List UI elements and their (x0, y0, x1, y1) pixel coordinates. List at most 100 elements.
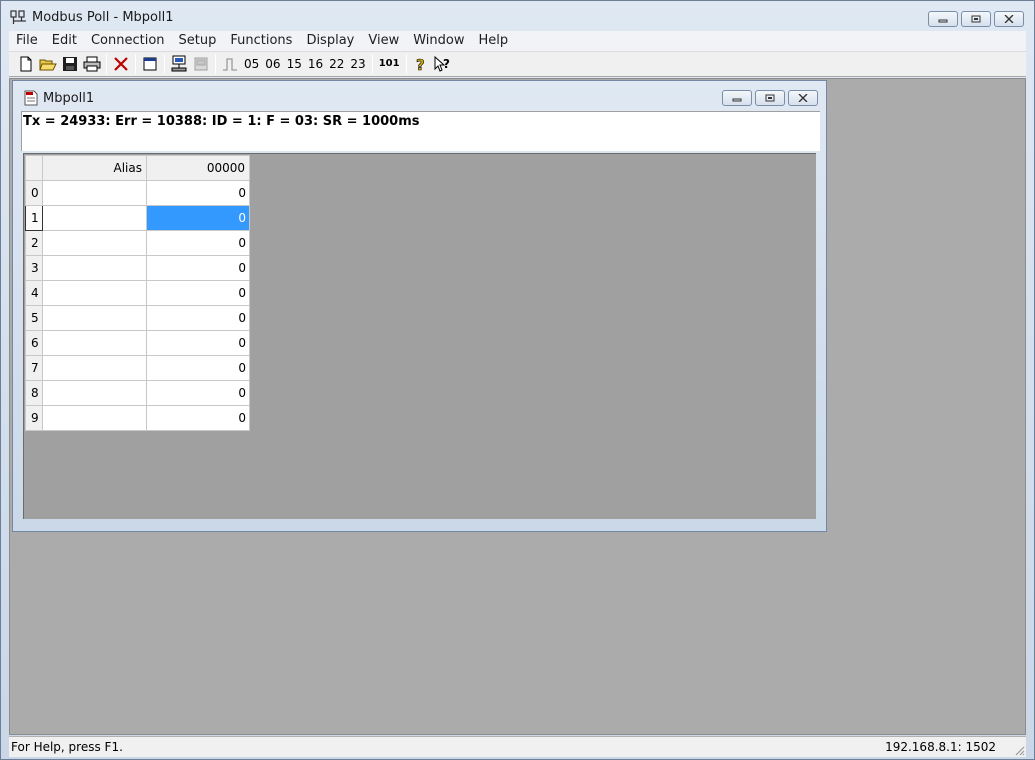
menu-file[interactable]: File (9, 31, 45, 51)
svg-text:?: ? (443, 57, 450, 71)
value-cell[interactable]: 0 (146, 230, 250, 256)
alias-cell[interactable] (42, 280, 147, 306)
menu-functions[interactable]: Functions (223, 31, 299, 51)
child-minimize-button[interactable] (722, 90, 752, 106)
modbus-app-icon (10, 10, 28, 26)
menu-connection[interactable]: Connection (84, 31, 172, 51)
register-grid-area: Alias 00000 0 0 1 0 2 0 3 0 4 0 5 0 6 0 … (23, 153, 816, 519)
table-row: 6 0 (25, 330, 250, 356)
title-bar[interactable]: Modbus Poll - Mbpoll1 (1, 1, 1034, 31)
window-button[interactable] (139, 53, 161, 75)
menu-edit[interactable]: Edit (45, 31, 84, 51)
connect-button[interactable] (168, 53, 190, 75)
alias-cell[interactable] (42, 330, 147, 356)
row-header[interactable]: 1 (25, 205, 43, 231)
value-cell[interactable]: 0 (146, 355, 250, 381)
alias-cell[interactable] (42, 255, 147, 281)
value-cell[interactable]: 0 (146, 180, 250, 206)
table-row: 4 0 (25, 280, 250, 306)
alias-cell[interactable] (42, 305, 147, 331)
row-header[interactable]: 9 (25, 405, 43, 431)
connection-address: 192.168.8.1: 1502 (885, 740, 996, 754)
button-101[interactable]: 101 (376, 53, 403, 75)
toolbar-separator (106, 54, 107, 74)
menu-help[interactable]: Help (471, 31, 515, 51)
alias-cell[interactable] (42, 380, 147, 406)
table-row: 7 0 (25, 355, 250, 381)
new-button[interactable] (15, 53, 37, 75)
close-icon (1004, 15, 1014, 23)
alias-cell[interactable] (42, 230, 147, 256)
child-close-button[interactable] (788, 90, 818, 106)
alias-cell[interactable] (42, 355, 147, 381)
column-header-value[interactable]: 00000 (146, 155, 250, 181)
row-header[interactable]: 7 (25, 355, 43, 381)
fc23-button[interactable]: 23 (347, 53, 368, 75)
disconnect-button[interactable] (190, 53, 212, 75)
child-title-bar[interactable]: Mbpoll1 (13, 81, 826, 109)
table-row: 5 0 (25, 305, 250, 331)
child-restore-button[interactable] (755, 90, 785, 106)
value-cell[interactable]: 0 (146, 305, 250, 331)
value-cell[interactable]: 0 (146, 280, 250, 306)
connect-icon (171, 55, 187, 72)
pulse-button[interactable] (219, 53, 241, 75)
print-icon (83, 56, 101, 72)
window-title: Modbus Poll - Mbpoll1 (32, 10, 174, 25)
app-window: Modbus Poll - Mbpoll1 File Edit Connecti… (0, 0, 1035, 760)
save-icon (63, 57, 77, 71)
menu-setup[interactable]: Setup (172, 31, 224, 51)
row-header[interactable]: 6 (25, 330, 43, 356)
fc22-button[interactable]: 22 (326, 53, 347, 75)
close-icon (798, 94, 808, 102)
minimize-icon (732, 98, 742, 102)
save-button[interactable] (59, 53, 81, 75)
minimize-button[interactable] (928, 11, 958, 27)
value-cell[interactable]: 0 (146, 405, 250, 431)
value-cell[interactable]: 0 (146, 380, 250, 406)
resize-grip-icon[interactable] (1013, 744, 1025, 756)
row-header[interactable]: 0 (25, 180, 43, 206)
alias-cell[interactable] (42, 405, 147, 431)
row-header[interactable]: 5 (25, 305, 43, 331)
help-button[interactable]: ? (410, 53, 432, 75)
help-icon: ? (415, 56, 424, 72)
row-header[interactable]: 2 (25, 230, 43, 256)
context-help-icon: ? (434, 56, 450, 72)
register-table: Alias 00000 0 0 1 0 2 0 3 0 4 0 5 0 6 0 … (25, 155, 250, 431)
restore-button[interactable] (961, 11, 991, 27)
fc06-button[interactable]: 06 (262, 53, 283, 75)
value-cell[interactable]: 0 (146, 255, 250, 281)
open-button[interactable] (37, 53, 59, 75)
minimize-icon (938, 19, 948, 23)
mdi-client-area: Mbpoll1 Tx = 24933: Err = 10388: ID = 1:… (9, 78, 1026, 735)
fc15-button[interactable]: 15 (284, 53, 305, 75)
menu-view[interactable]: View (361, 31, 406, 51)
print-button[interactable] (81, 53, 103, 75)
row-header[interactable]: 3 (25, 255, 43, 281)
toolbar-separator (215, 54, 216, 74)
fc16-button[interactable]: 16 (305, 53, 326, 75)
menu-bar: File Edit Connection Setup Functions Dis… (9, 31, 1026, 51)
document-icon (23, 90, 39, 106)
menu-window[interactable]: Window (406, 31, 471, 51)
value-cell[interactable]: 0 (146, 330, 250, 356)
alias-cell[interactable] (42, 180, 147, 206)
menu-display[interactable]: Display (299, 31, 361, 51)
table-row: 8 0 (25, 380, 250, 406)
delete-button[interactable] (110, 53, 132, 75)
row-header[interactable]: 8 (25, 380, 43, 406)
row-header[interactable]: 4 (25, 280, 43, 306)
column-header-alias[interactable]: Alias (42, 155, 147, 181)
fc05-button[interactable]: 05 (241, 53, 262, 75)
restore-icon (765, 94, 775, 102)
context-help-button[interactable]: ? (432, 53, 454, 75)
toolbar-separator (371, 54, 373, 74)
poll-status-line: Tx = 24933: Err = 10388: ID = 1: F = 03:… (21, 111, 820, 151)
value-cell-selected[interactable]: 0 (146, 205, 250, 231)
table-row: 3 0 (25, 255, 250, 281)
grid-corner[interactable] (25, 155, 43, 181)
alias-cell[interactable] (42, 205, 147, 231)
table-row: 9 0 (25, 405, 250, 431)
close-button[interactable] (994, 11, 1024, 27)
